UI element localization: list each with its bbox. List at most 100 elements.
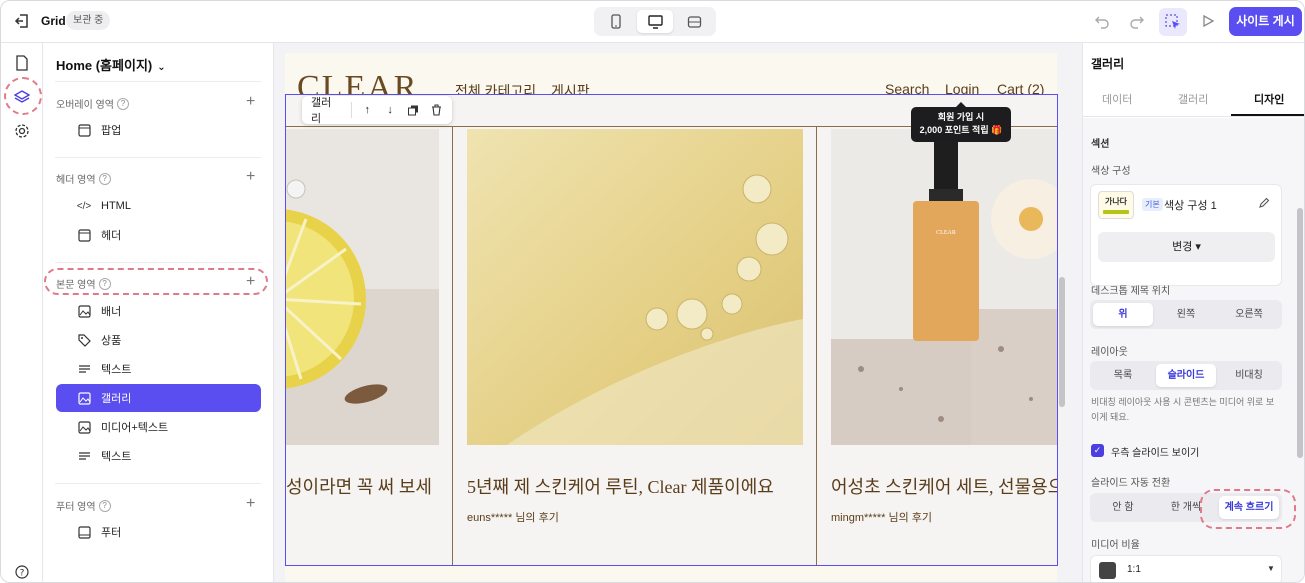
trash-icon[interactable]	[429, 103, 443, 117]
redo-icon[interactable]	[1128, 12, 1146, 30]
title-pos-right[interactable]: 오른쪽	[1219, 303, 1279, 326]
desktop-view-button[interactable]	[637, 10, 673, 33]
device-toggle	[594, 7, 716, 36]
code-icon: </>	[76, 200, 92, 212]
layer-item-html[interactable]: </> HTML	[56, 192, 261, 220]
layer-item-text[interactable]: 텍스트	[56, 355, 261, 383]
layer-label: 헤더	[101, 230, 122, 242]
section-label: 푸터 영역	[56, 502, 96, 513]
layout-asym[interactable]: 비대칭	[1219, 364, 1279, 387]
desktop-icon	[647, 14, 663, 29]
layer-item-product[interactable]: 상품	[56, 326, 261, 354]
layer-item-gallery[interactable]: 갤러리	[56, 384, 261, 412]
active-tab-indicator	[1231, 114, 1304, 116]
editor-canvas: CLEAR 전체 카테고리 게시판 Search Login Cart (2)	[274, 43, 1082, 582]
help-icon[interactable]: ?	[98, 172, 111, 185]
title-position-segment: 위 왼쪽 오른쪽	[1090, 300, 1282, 329]
text-icon	[77, 449, 91, 463]
gallery-image-2[interactable]	[467, 129, 803, 445]
layer-label: 팝업	[101, 125, 122, 137]
layer-item-header[interactable]: 헤더	[56, 221, 261, 249]
page-dropdown-label: Home (홈페이지)	[56, 58, 153, 73]
gallery-image-1[interactable]	[286, 129, 439, 445]
add-footer-icon[interactable]: +	[246, 496, 255, 512]
panel-scrollbar[interactable]	[1297, 208, 1303, 458]
next-section-preview	[285, 566, 1057, 582]
title-pos-left[interactable]: 왼쪽	[1156, 303, 1216, 326]
card-title-2[interactable]: 5년째 제 스킨케어 루틴, Clear 제품이에요	[467, 473, 774, 499]
tooltip-line: 2,000 포인트 적립 🎁	[919, 125, 1003, 135]
gallery-section[interactable]: CLEAR 성이라면 꼭 써 보세 5년째 제 스킨케어 루틴, Clear 제…	[285, 94, 1058, 566]
help-icon[interactable]: ?	[116, 97, 129, 110]
undo-icon[interactable]	[1093, 12, 1111, 30]
mobile-view-button[interactable]	[598, 10, 634, 33]
text-icon	[77, 362, 91, 376]
gallery-image-3[interactable]: CLEAR	[831, 129, 1057, 445]
mobile-icon	[611, 14, 621, 29]
chevron-down-icon: ⌄	[157, 62, 166, 73]
settings-gear-icon[interactable]	[14, 123, 30, 139]
auto-slide-label: 슬라이드 자동 전환	[1091, 478, 1171, 489]
title-pos-top[interactable]: 위	[1093, 303, 1153, 326]
gallery-icon	[77, 391, 91, 405]
page-dropdown[interactable]: Home (홈페이지) ⌄	[56, 55, 166, 74]
layer-item-text-2[interactable]: 텍스트	[56, 442, 261, 470]
section-label: 헤더 영역	[56, 175, 96, 186]
layer-label: 텍스트	[101, 364, 132, 376]
section-label: 섹션	[1091, 139, 1110, 150]
add-overlay-icon[interactable]: +	[246, 94, 255, 110]
media-ratio-select[interactable]: 1:1 ▼	[1090, 555, 1282, 582]
move-up-icon[interactable]: ↑	[360, 103, 374, 117]
divider	[55, 157, 261, 158]
color-swatch: 가나다	[1098, 191, 1134, 219]
layer-label: 배너	[101, 306, 122, 318]
layers-panel: Home (홈페이지) ⌄ 오버레이 영역? + 팝업 헤더 영역? + </> …	[43, 43, 274, 582]
auto-none[interactable]: 안 함	[1093, 496, 1153, 519]
image-icon	[77, 420, 91, 434]
layer-item-popup[interactable]: 팝업	[56, 116, 261, 144]
exit-icon[interactable]	[13, 12, 31, 30]
help-icon[interactable]: ?	[14, 564, 30, 580]
tab-gallery[interactable]: 갤러리	[1178, 91, 1208, 107]
show-right-slide-checkbox[interactable]: ✓	[1091, 444, 1104, 457]
tab-data[interactable]: 데이터	[1102, 91, 1132, 107]
divider	[452, 126, 453, 565]
layout-label: 레이아웃	[1091, 347, 1128, 358]
layout-segment: 목록 슬라이드 비대칭	[1090, 361, 1282, 390]
layers-highlight-ring	[4, 77, 42, 115]
footer-icon	[77, 525, 91, 539]
layout-list[interactable]: 목록	[1093, 364, 1153, 387]
duplicate-icon[interactable]	[406, 103, 420, 117]
canvas-scrollbar[interactable]	[1059, 277, 1065, 407]
panel-tabs: 데이터 갤러리 디자인	[1083, 79, 1304, 117]
add-header-icon[interactable]: +	[246, 169, 255, 185]
layer-item-banner[interactable]: 배너	[56, 297, 261, 325]
layer-item-media-text[interactable]: 미디어+텍스트	[56, 413, 261, 441]
layer-label: 텍스트	[101, 451, 132, 463]
help-icon[interactable]: ?	[98, 499, 111, 512]
login-promo-tooltip: 회원 가입 시 2,000 포인트 적립 🎁	[911, 102, 1011, 142]
top-bar: Grid 보관 중 사이트 게시	[1, 1, 1304, 43]
move-down-icon[interactable]: ↓	[383, 103, 397, 117]
edit-pencil-icon[interactable]	[1258, 197, 1272, 211]
select-mode-button[interactable]	[1159, 8, 1187, 36]
tab-design[interactable]: 디자인	[1254, 91, 1284, 107]
layer-item-footer[interactable]: 푸터	[56, 518, 261, 546]
change-button[interactable]: 변경 ▾	[1098, 232, 1275, 262]
pages-icon[interactable]	[14, 55, 30, 71]
header-icon	[77, 228, 91, 242]
layer-label: 푸터	[101, 527, 122, 539]
panel-title: 갤러리	[1091, 57, 1125, 71]
status-badge: 보관 중	[66, 11, 111, 30]
swatch-bar	[1103, 210, 1129, 214]
layout-slide[interactable]: 슬라이드	[1156, 364, 1216, 387]
preview-play-icon[interactable]	[1199, 12, 1217, 30]
publish-button[interactable]: 사이트 게시	[1229, 7, 1302, 36]
swatch-text: 가나다	[1104, 197, 1128, 206]
card-title-1[interactable]: 성이라면 꼭 써 보세	[286, 473, 432, 499]
divider	[55, 81, 261, 82]
section-header-footer: 푸터 영역?	[56, 498, 111, 513]
body-section-highlight-ring	[44, 268, 268, 295]
card-title-3[interactable]: 어성초 스킨케어 세트, 선물용으	[831, 473, 1057, 499]
fit-view-button[interactable]	[676, 10, 712, 33]
